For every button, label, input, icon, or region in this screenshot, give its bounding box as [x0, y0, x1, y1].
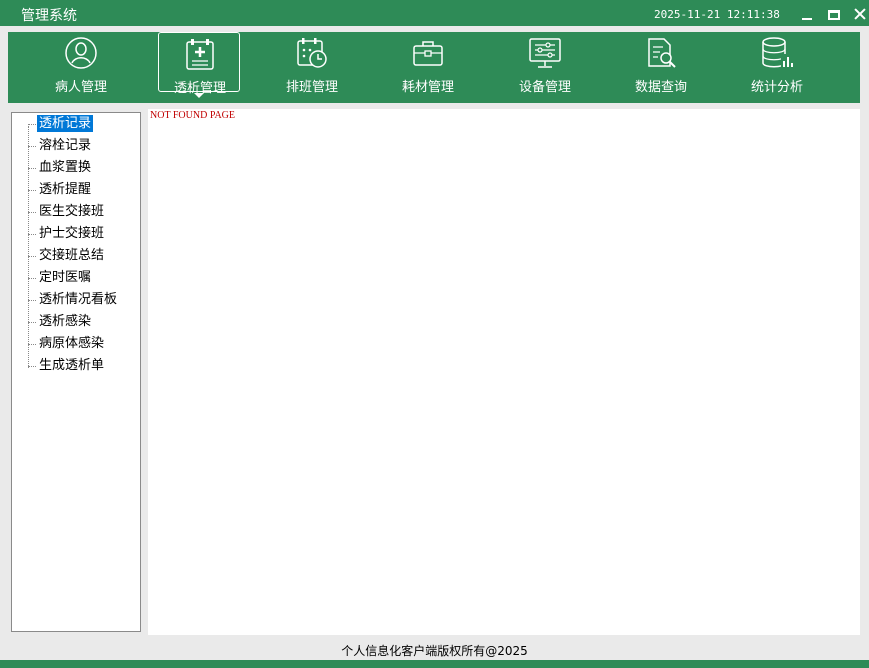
title-bar: 管理系统 2025-11-21 12:11:38 [0, 0, 869, 26]
main-nav: 病人管理 透析管理 排班管理 耗材管理 设备管理 数据查询 统计分析 [8, 32, 860, 103]
sidebar-item-label: 溶栓记录 [39, 138, 92, 153]
app-title: 管理系统 [21, 8, 77, 24]
briefcase-icon [413, 41, 443, 66]
sidebar-item-label: 定时医嘱 [39, 270, 92, 285]
monitor-sliders-icon [529, 38, 561, 68]
nav-dialysis-management[interactable]: 透析管理 [158, 32, 240, 98]
sidebar-item-pathogen-infection[interactable]: 病原体感染 [12, 333, 119, 355]
patient-icon [65, 37, 97, 69]
sidebar-item-dialysis-reminder[interactable]: 透析提醒 [12, 179, 119, 201]
maximize-icon[interactable] [823, 3, 845, 25]
medical-clipboard-icon [186, 39, 214, 70]
minimize-icon[interactable] [796, 3, 818, 25]
sidebar-item-label: 交接班总结 [39, 248, 105, 263]
nav-statistics[interactable]: 统计分析 [736, 32, 818, 95]
document-search-icon [648, 38, 676, 68]
bottom-bar [0, 660, 869, 668]
sidebar-item-dialysis-infection[interactable]: 透析感染 [12, 311, 119, 333]
nav-data-query[interactable]: 数据查询 [620, 32, 702, 95]
copyright-footer: 个人信息化客户端版权所有@2025 [341, 644, 528, 658]
database-chart-icon [762, 37, 793, 68]
datetime-display: 2025-11-21 12:11:38 [654, 8, 780, 21]
sidebar-item-doctor-handover[interactable]: 医生交接班 [12, 201, 119, 223]
nav-schedule-management[interactable]: 排班管理 [271, 32, 353, 95]
nav-label: 设备管理 [518, 80, 571, 95]
nav-label: 数据查询 [634, 80, 687, 95]
calendar-clock-icon [297, 38, 327, 68]
nav-label: 排班管理 [285, 80, 338, 95]
close-icon[interactable] [849, 3, 869, 25]
sidebar-item-thrombolysis-record[interactable]: 溶栓记录 [12, 135, 119, 157]
sidebar-item-dialysis-dashboard[interactable]: 透析情况看板 [12, 289, 119, 311]
sidebar-item-label: 生成透析单 [39, 358, 105, 373]
sidebar-item-label: 透析记录 [37, 115, 94, 132]
sidebar-item-label: 血浆置换 [39, 160, 92, 175]
nav-equipment-management[interactable]: 设备管理 [504, 32, 586, 95]
sidebar-item-handover-summary[interactable]: 交接班总结 [12, 245, 119, 267]
nav-consumables-management[interactable]: 耗材管理 [387, 32, 469, 95]
sidebar-item-label: 透析情况看板 [39, 292, 118, 307]
nav-label: 病人管理 [54, 80, 107, 95]
sidebar-item-label: 透析提醒 [39, 182, 92, 197]
sidebar-item-nurse-handover[interactable]: 护士交接班 [12, 223, 119, 245]
sidebar-tree: 透析记录 溶栓记录 血浆置换 透析提醒 医生交接班 护士交接班 交接班总结 定时… [11, 112, 141, 632]
tree-list: 透析记录 溶栓记录 血浆置换 透析提醒 医生交接班 护士交接班 交接班总结 定时… [12, 113, 119, 377]
sidebar-item-label: 透析感染 [39, 314, 92, 329]
sidebar-item-label: 医生交接班 [39, 204, 105, 219]
sidebar-item-label: 护士交接班 [39, 226, 105, 241]
sidebar-item-scheduled-orders[interactable]: 定时医嘱 [12, 267, 119, 289]
sidebar-item-plasma-exchange[interactable]: 血浆置换 [12, 157, 119, 179]
content-pane: NOT FOUND PAGE [148, 109, 860, 635]
not-found-message: NOT FOUND PAGE [150, 110, 236, 121]
nav-label: 耗材管理 [401, 80, 454, 95]
sidebar-item-generate-dialysis-sheet[interactable]: 生成透析单 [12, 355, 119, 377]
nav-label: 透析管理 [173, 81, 226, 96]
sidebar-item-dialysis-record[interactable]: 透析记录 [12, 113, 119, 135]
sidebar-item-label: 病原体感染 [39, 336, 105, 351]
nav-patient-management[interactable]: 病人管理 [40, 32, 122, 95]
nav-label: 统计分析 [750, 80, 803, 95]
